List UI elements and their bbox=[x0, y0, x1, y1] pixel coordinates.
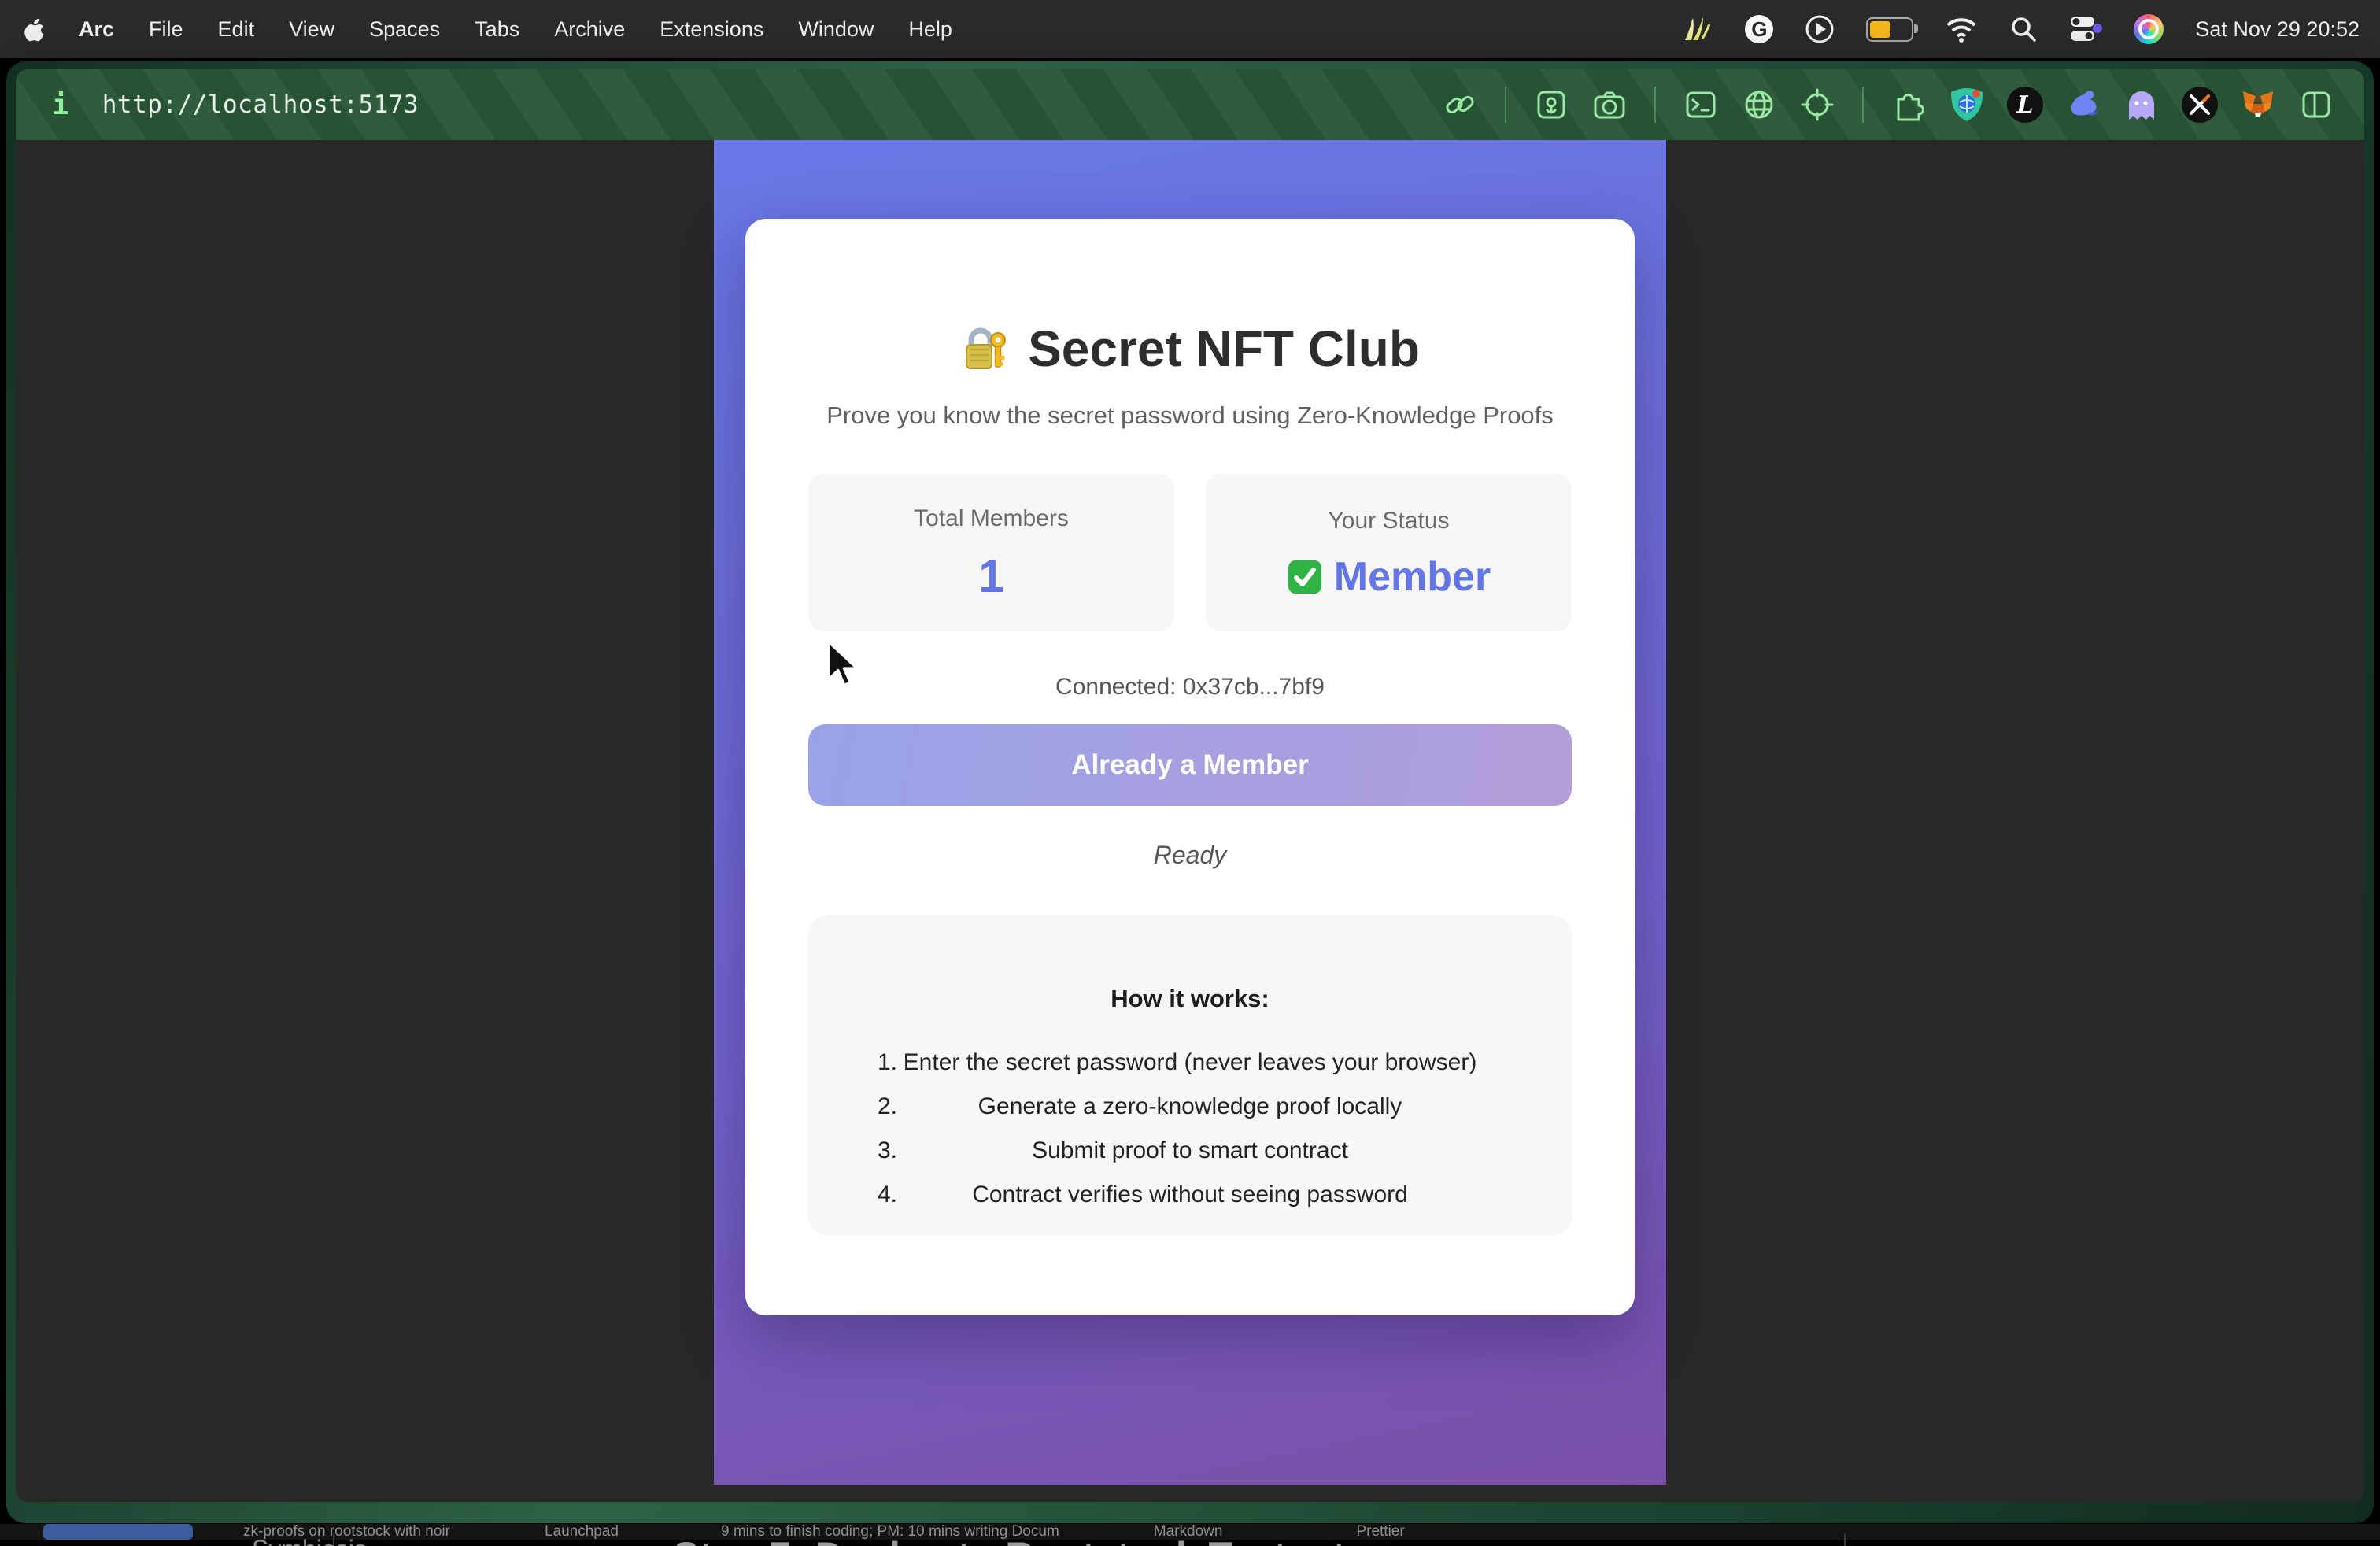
check-mark-icon bbox=[1287, 559, 1323, 595]
total-members-value: 1 bbox=[978, 554, 1003, 600]
copy-link-icon[interactable] bbox=[1442, 87, 1478, 123]
element-picker-icon[interactable] bbox=[1799, 87, 1835, 123]
page-subtitle: Prove you know the secret password using… bbox=[808, 401, 1572, 430]
menu-help[interactable]: Help bbox=[908, 17, 952, 42]
extensions-puzzle-icon[interactable] bbox=[1890, 87, 1927, 123]
already-a-member-button[interactable]: Already a Member bbox=[808, 724, 1572, 806]
ready-status-text: Ready bbox=[808, 841, 1572, 870]
loom-extension-icon[interactable]: L bbox=[2007, 87, 2043, 123]
step-number: 2. bbox=[878, 1093, 897, 1120]
mouse-cursor bbox=[823, 639, 864, 690]
your-status-label: Your Status bbox=[1329, 508, 1450, 534]
your-status-value: Member bbox=[1334, 557, 1491, 597]
control-center-icon[interactable] bbox=[2069, 15, 2102, 43]
toolbar-divider bbox=[1505, 87, 1506, 123]
total-members-box: Total Members 1 bbox=[808, 474, 1174, 631]
macos-menu-bar: Arc File Edit View Spaces Tabs Archive E… bbox=[0, 0, 2380, 58]
list-item: 1. Enter the secret password (never leav… bbox=[856, 1049, 1524, 1076]
step-number: 3. bbox=[878, 1137, 897, 1164]
menu-extensions[interactable]: Extensions bbox=[660, 17, 763, 42]
screen: Arc File Edit View Spaces Tabs Archive E… bbox=[0, 0, 2380, 1546]
background-doc-heading: Step 7: Deploy to Rootstock Testnet bbox=[673, 1533, 1346, 1546]
grammarly-icon[interactable]: G bbox=[1745, 15, 1773, 43]
lock-with-key-icon bbox=[960, 323, 1012, 375]
toolbar-divider bbox=[1654, 87, 1656, 123]
how-it-works-list: 1. Enter the secret password (never leav… bbox=[856, 1049, 1524, 1208]
step-text: Submit proof to smart contract bbox=[856, 1137, 1524, 1164]
browser-toolbar: i http://localhost:5173 bbox=[16, 69, 2364, 140]
page-title-text: Secret NFT Club bbox=[1028, 320, 1420, 378]
rabby-wallet-icon[interactable] bbox=[2065, 87, 2101, 123]
stocks-chart-icon[interactable] bbox=[1682, 15, 1713, 43]
wifi-icon[interactable] bbox=[1945, 16, 1978, 43]
media-gallery-icon[interactable] bbox=[1533, 87, 1569, 123]
toolbar-divider bbox=[1862, 87, 1864, 123]
menu-arc[interactable]: Arc bbox=[79, 17, 114, 42]
arc-browser-window: i http://localhost:5173 bbox=[6, 61, 2374, 1523]
total-members-label: Total Members bbox=[914, 505, 1069, 532]
how-it-works-box: How it works: 1. Enter the secret passwo… bbox=[808, 915, 1572, 1235]
browser-viewport: Secret NFT Club Prove you know the secre… bbox=[16, 140, 2364, 1502]
apple-menu-icon[interactable] bbox=[24, 17, 44, 42]
x-extension-icon[interactable] bbox=[2182, 87, 2218, 123]
address-bar-url[interactable]: http://localhost:5173 bbox=[102, 91, 419, 119]
list-item: 2. Generate a zero-knowledge proof local… bbox=[856, 1093, 1524, 1120]
step-text: Enter the secret password (never leaves … bbox=[856, 1049, 1524, 1076]
menu-edit[interactable]: Edit bbox=[218, 17, 255, 42]
menu-spaces[interactable]: Spaces bbox=[369, 17, 440, 42]
step-text: Contract verifies without seeing passwor… bbox=[856, 1182, 1524, 1208]
play-circle-icon[interactable] bbox=[1805, 14, 1835, 44]
page-title: Secret NFT Club bbox=[808, 320, 1572, 378]
screenshot-camera-icon[interactable] bbox=[1591, 87, 1628, 123]
step-number: 4. bbox=[878, 1182, 897, 1208]
secret-nft-club-card: Secret NFT Club Prove you know the secre… bbox=[745, 219, 1635, 1315]
battery-icon[interactable] bbox=[1866, 17, 1913, 42]
background-window-titlebar: Symbiosis Step 7: Deploy to Rootstock Te… bbox=[0, 1533, 2380, 1546]
how-it-works-title: How it works: bbox=[856, 985, 1524, 1013]
spotlight-search-icon[interactable] bbox=[2009, 15, 2038, 43]
your-status-box: Your Status Member bbox=[1206, 474, 1572, 631]
metamask-icon[interactable] bbox=[2240, 87, 2276, 123]
menu-view[interactable]: View bbox=[289, 17, 334, 42]
list-item: 4. Contract verifies without seeing pass… bbox=[856, 1182, 1524, 1208]
site-info-icon[interactable]: i bbox=[52, 89, 69, 121]
step-text: Generate a zero-knowledge proof locally bbox=[856, 1093, 1524, 1120]
menu-archive[interactable]: Archive bbox=[554, 17, 625, 42]
phantom-wallet-icon[interactable] bbox=[2123, 87, 2160, 123]
split-view-icon[interactable] bbox=[2298, 87, 2334, 123]
background-window-title: Symbiosis bbox=[252, 1535, 367, 1546]
stats-row: Total Members 1 Your Status bbox=[808, 474, 1572, 631]
menu-bar-clock[interactable]: Sat Nov 29 20:52 bbox=[2195, 17, 2360, 42]
menu-file[interactable]: File bbox=[149, 17, 183, 42]
menu-tabs[interactable]: Tabs bbox=[475, 17, 519, 42]
connected-address: Connected: 0x37cb...7bf9 bbox=[808, 674, 1572, 701]
globe-icon[interactable] bbox=[1741, 87, 1777, 123]
page-gradient-background: Secret NFT Club Prove you know the secre… bbox=[714, 140, 1666, 1485]
adguard-extension-icon[interactable] bbox=[1949, 87, 1985, 123]
loop-app-icon[interactable] bbox=[2134, 14, 2164, 44]
list-item: 3. Submit proof to smart contract bbox=[856, 1137, 1524, 1164]
divider bbox=[1844, 1533, 1846, 1546]
devtools-terminal-icon[interactable] bbox=[1683, 87, 1719, 123]
menu-window[interactable]: Window bbox=[798, 17, 874, 42]
step-number: 1. bbox=[878, 1049, 897, 1076]
